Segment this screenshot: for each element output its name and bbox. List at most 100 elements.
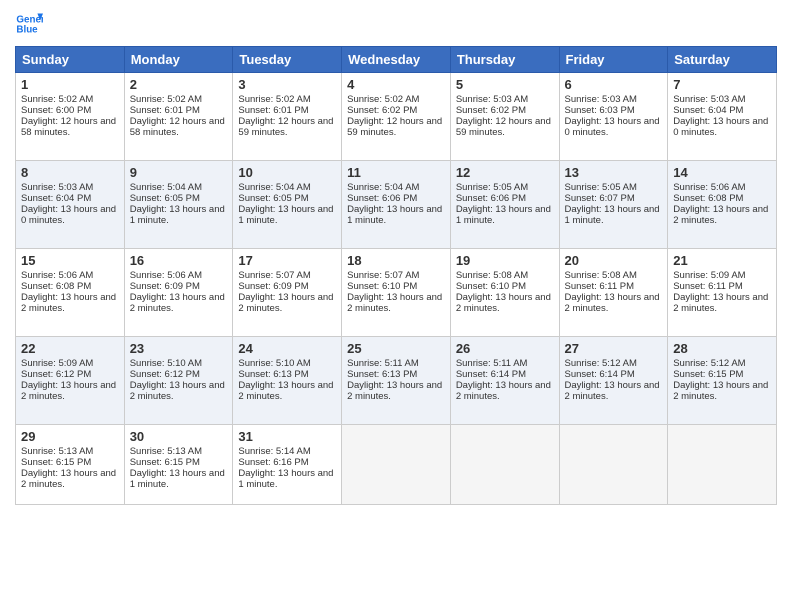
- calendar-day-cell: 20Sunrise: 5:08 AMSunset: 6:11 PMDayligh…: [559, 249, 668, 337]
- sunset-text: Sunset: 6:02 PM: [347, 105, 417, 116]
- daylight-text: Daylight: 13 hours and 1 minute.: [347, 204, 442, 226]
- sunrise-text: Sunrise: 5:05 AM: [565, 182, 637, 193]
- daylight-text: Daylight: 13 hours and 2 minutes.: [21, 468, 116, 490]
- sunrise-text: Sunrise: 5:14 AM: [238, 446, 310, 457]
- calendar-day-cell: 6Sunrise: 5:03 AMSunset: 6:03 PMDaylight…: [559, 73, 668, 161]
- sunset-text: Sunset: 6:05 PM: [238, 193, 308, 204]
- day-number: 11: [347, 165, 445, 180]
- sunrise-text: Sunrise: 5:02 AM: [130, 94, 202, 105]
- day-number: 19: [456, 253, 554, 268]
- day-number: 28: [673, 341, 771, 356]
- daylight-text: Daylight: 13 hours and 2 minutes.: [21, 380, 116, 402]
- calendar-day-cell: 17Sunrise: 5:07 AMSunset: 6:09 PMDayligh…: [233, 249, 342, 337]
- daylight-text: Daylight: 12 hours and 59 minutes.: [456, 116, 551, 138]
- calendar-day-cell: 2Sunrise: 5:02 AMSunset: 6:01 PMDaylight…: [124, 73, 233, 161]
- day-number: 5: [456, 77, 554, 92]
- calendar-day-cell: [559, 425, 668, 505]
- daylight-text: Daylight: 13 hours and 2 minutes.: [130, 292, 225, 314]
- calendar-day-cell: 19Sunrise: 5:08 AMSunset: 6:10 PMDayligh…: [450, 249, 559, 337]
- weekday-header-tuesday: Tuesday: [233, 47, 342, 73]
- sunrise-text: Sunrise: 5:12 AM: [565, 358, 637, 369]
- daylight-text: Daylight: 13 hours and 2 minutes.: [21, 292, 116, 314]
- calendar-day-cell: 12Sunrise: 5:05 AMSunset: 6:06 PMDayligh…: [450, 161, 559, 249]
- day-number: 25: [347, 341, 445, 356]
- sunset-text: Sunset: 6:06 PM: [347, 193, 417, 204]
- day-number: 3: [238, 77, 336, 92]
- calendar-day-cell: 13Sunrise: 5:05 AMSunset: 6:07 PMDayligh…: [559, 161, 668, 249]
- calendar-day-cell: 4Sunrise: 5:02 AMSunset: 6:02 PMDaylight…: [342, 73, 451, 161]
- day-number: 4: [347, 77, 445, 92]
- daylight-text: Daylight: 13 hours and 0 minutes.: [21, 204, 116, 226]
- daylight-text: Daylight: 12 hours and 59 minutes.: [347, 116, 442, 138]
- sunset-text: Sunset: 6:04 PM: [21, 193, 91, 204]
- day-number: 18: [347, 253, 445, 268]
- day-number: 24: [238, 341, 336, 356]
- sunrise-text: Sunrise: 5:09 AM: [673, 270, 745, 281]
- daylight-text: Daylight: 13 hours and 2 minutes.: [673, 380, 768, 402]
- day-number: 14: [673, 165, 771, 180]
- day-number: 21: [673, 253, 771, 268]
- sunset-text: Sunset: 6:06 PM: [456, 193, 526, 204]
- sunrise-text: Sunrise: 5:08 AM: [456, 270, 528, 281]
- day-number: 13: [565, 165, 663, 180]
- sunrise-text: Sunrise: 5:05 AM: [456, 182, 528, 193]
- day-number: 22: [21, 341, 119, 356]
- sunrise-text: Sunrise: 5:02 AM: [238, 94, 310, 105]
- sunrise-text: Sunrise: 5:08 AM: [565, 270, 637, 281]
- calendar-day-cell: 14Sunrise: 5:06 AMSunset: 6:08 PMDayligh…: [668, 161, 777, 249]
- sunrise-text: Sunrise: 5:02 AM: [21, 94, 93, 105]
- calendar-day-cell: 8Sunrise: 5:03 AMSunset: 6:04 PMDaylight…: [16, 161, 125, 249]
- sunrise-text: Sunrise: 5:11 AM: [456, 358, 528, 369]
- daylight-text: Daylight: 12 hours and 59 minutes.: [238, 116, 333, 138]
- day-number: 7: [673, 77, 771, 92]
- sunset-text: Sunset: 6:11 PM: [673, 281, 743, 292]
- daylight-text: Daylight: 12 hours and 58 minutes.: [21, 116, 116, 138]
- daylight-text: Daylight: 13 hours and 1 minute.: [238, 468, 333, 490]
- sunrise-text: Sunrise: 5:13 AM: [130, 446, 202, 457]
- logo-icon: General Blue: [15, 10, 43, 38]
- sunset-text: Sunset: 6:02 PM: [456, 105, 526, 116]
- day-number: 27: [565, 341, 663, 356]
- sunset-text: Sunset: 6:15 PM: [21, 457, 91, 468]
- sunrise-text: Sunrise: 5:04 AM: [130, 182, 202, 193]
- calendar-week-row: 22Sunrise: 5:09 AMSunset: 6:12 PMDayligh…: [16, 337, 777, 425]
- day-number: 10: [238, 165, 336, 180]
- sunset-text: Sunset: 6:08 PM: [21, 281, 91, 292]
- calendar-day-cell: 25Sunrise: 5:11 AMSunset: 6:13 PMDayligh…: [342, 337, 451, 425]
- daylight-text: Daylight: 13 hours and 1 minute.: [130, 468, 225, 490]
- calendar-week-row: 15Sunrise: 5:06 AMSunset: 6:08 PMDayligh…: [16, 249, 777, 337]
- sunset-text: Sunset: 6:13 PM: [238, 369, 308, 380]
- daylight-text: Daylight: 13 hours and 2 minutes.: [673, 292, 768, 314]
- day-number: 2: [130, 77, 228, 92]
- day-number: 9: [130, 165, 228, 180]
- sunrise-text: Sunrise: 5:09 AM: [21, 358, 93, 369]
- calendar-day-cell: [450, 425, 559, 505]
- daylight-text: Daylight: 13 hours and 2 minutes.: [238, 380, 333, 402]
- calendar-week-row: 1Sunrise: 5:02 AMSunset: 6:00 PMDaylight…: [16, 73, 777, 161]
- page-header: General Blue: [15, 10, 777, 38]
- calendar-day-cell: 18Sunrise: 5:07 AMSunset: 6:10 PMDayligh…: [342, 249, 451, 337]
- calendar-day-cell: 7Sunrise: 5:03 AMSunset: 6:04 PMDaylight…: [668, 73, 777, 161]
- day-number: 30: [130, 429, 228, 444]
- sunset-text: Sunset: 6:11 PM: [565, 281, 635, 292]
- day-number: 16: [130, 253, 228, 268]
- sunset-text: Sunset: 6:15 PM: [130, 457, 200, 468]
- sunset-text: Sunset: 6:03 PM: [565, 105, 635, 116]
- calendar-day-cell: 28Sunrise: 5:12 AMSunset: 6:15 PMDayligh…: [668, 337, 777, 425]
- day-number: 6: [565, 77, 663, 92]
- sunset-text: Sunset: 6:01 PM: [130, 105, 200, 116]
- calendar-day-cell: 30 Sunrise: 5:13 AMSunset: 6:15 PMDayligh…: [124, 425, 233, 505]
- day-number: 8: [21, 165, 119, 180]
- calendar-day-cell: 31Sunrise: 5:14 AMSunset: 6:16 PMDayligh…: [233, 425, 342, 505]
- sunset-text: Sunset: 6:05 PM: [130, 193, 200, 204]
- sunrise-text: Sunrise: 5:06 AM: [21, 270, 93, 281]
- daylight-text: Daylight: 13 hours and 0 minutes.: [565, 116, 660, 138]
- day-number: 17: [238, 253, 336, 268]
- sunrise-text: Sunrise: 5:10 AM: [130, 358, 202, 369]
- weekday-header-thursday: Thursday: [450, 47, 559, 73]
- sunrise-text: Sunrise: 5:03 AM: [673, 94, 745, 105]
- daylight-text: Daylight: 13 hours and 2 minutes.: [565, 292, 660, 314]
- sunrise-text: Sunrise: 5:10 AM: [238, 358, 310, 369]
- sunset-text: Sunset: 6:07 PM: [565, 193, 635, 204]
- calendar-day-cell: 3Sunrise: 5:02 AMSunset: 6:01 PMDaylight…: [233, 73, 342, 161]
